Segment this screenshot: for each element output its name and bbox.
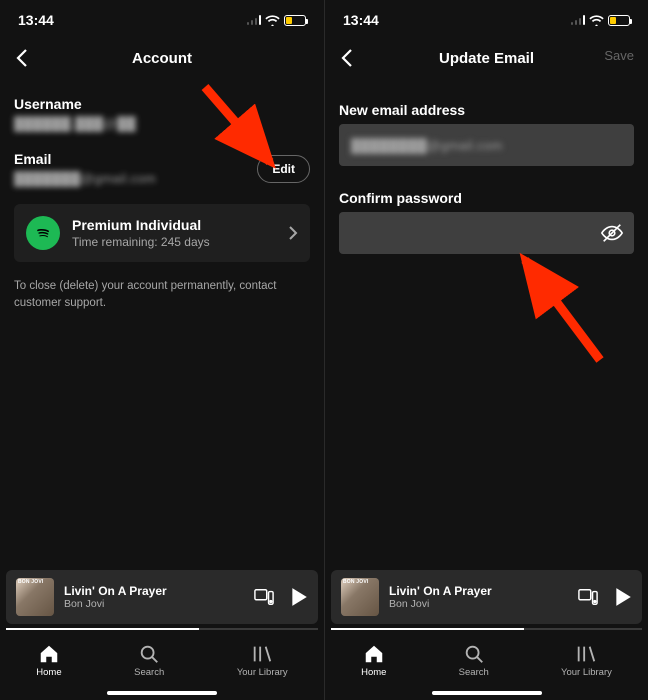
tab-home-label: Home — [36, 667, 61, 678]
album-art — [341, 578, 379, 616]
plan-row[interactable]: Premium Individual Time remaining: 245 d… — [14, 204, 310, 262]
back-button[interactable] — [10, 46, 34, 70]
tab-home[interactable]: Home — [361, 643, 386, 678]
confirm-password-label: Confirm password — [339, 190, 634, 206]
battery-icon — [608, 15, 630, 26]
plan-name: Premium Individual — [72, 217, 276, 233]
cell-signal-icon — [247, 15, 262, 25]
np-title: Livin' On A Prayer — [64, 584, 244, 598]
tab-bar: Home Search Your Library — [0, 630, 324, 686]
email-label: Email — [14, 151, 156, 167]
battery-icon — [284, 15, 306, 26]
page-header: Account — [0, 36, 324, 80]
email-value: ███████@gmail.com — [14, 171, 156, 186]
plan-subtitle: Time remaining: 245 days — [72, 235, 276, 249]
tab-search[interactable]: Search — [134, 643, 164, 678]
play-icon[interactable] — [614, 587, 632, 607]
username-label: Username — [14, 96, 310, 112]
np-artist: Bon Jovi — [64, 598, 244, 610]
wifi-icon — [265, 15, 280, 26]
home-indicator — [325, 686, 648, 700]
eye-off-icon[interactable] — [600, 222, 624, 244]
new-email-label: New email address — [339, 102, 634, 118]
tab-search-label: Search — [134, 667, 164, 678]
wifi-icon — [589, 15, 604, 26]
save-button[interactable]: Save — [604, 48, 634, 63]
now-playing-bar[interactable]: Livin' On A Prayer Bon Jovi — [6, 570, 318, 624]
play-icon[interactable] — [290, 587, 308, 607]
confirm-password-input[interactable] — [339, 212, 634, 254]
tab-search-label: Search — [459, 667, 489, 678]
home-indicator — [0, 686, 324, 700]
np-title: Livin' On A Prayer — [389, 584, 568, 598]
username-value: ██████.███@██ — [14, 116, 310, 131]
devices-icon[interactable] — [254, 588, 274, 606]
new-email-input[interactable]: ████████@gmail.com — [339, 124, 634, 166]
page-title: Account — [132, 50, 192, 67]
status-right — [571, 15, 631, 26]
cell-signal-icon — [571, 15, 586, 25]
tab-library-label: Your Library — [237, 667, 288, 678]
status-bar: 13:44 — [325, 0, 648, 36]
status-bar: 13:44 — [0, 0, 324, 36]
tab-search[interactable]: Search — [459, 643, 489, 678]
back-button[interactable] — [335, 46, 359, 70]
edit-button[interactable]: Edit — [257, 155, 310, 183]
status-time: 13:44 — [343, 12, 379, 28]
album-art — [16, 578, 54, 616]
devices-icon[interactable] — [578, 588, 598, 606]
new-email-value: ████████@gmail.com — [351, 138, 503, 153]
status-right — [247, 15, 307, 26]
tab-library[interactable]: Your Library — [237, 643, 288, 678]
np-artist: Bon Jovi — [389, 598, 568, 610]
page-title: Update Email — [439, 50, 534, 67]
close-account-note: To close (delete) your account permanent… — [14, 278, 310, 313]
status-time: 13:44 — [18, 12, 54, 28]
now-playing-bar[interactable]: Livin' On A Prayer Bon Jovi — [331, 570, 642, 624]
spotify-logo-icon — [26, 216, 60, 250]
page-header: Update Email Save — [325, 36, 648, 80]
tab-bar: Home Search Your Library — [325, 630, 648, 686]
tab-library[interactable]: Your Library — [561, 643, 612, 678]
chevron-right-icon — [288, 225, 298, 241]
tab-home[interactable]: Home — [36, 643, 61, 678]
tab-library-label: Your Library — [561, 667, 612, 678]
tab-home-label: Home — [361, 667, 386, 678]
